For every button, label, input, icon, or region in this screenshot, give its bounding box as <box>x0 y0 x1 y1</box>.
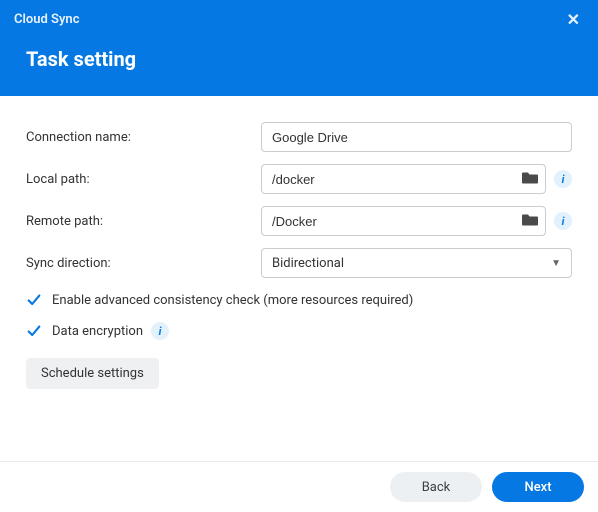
back-button[interactable]: Back <box>390 472 482 502</box>
next-button[interactable]: Next <box>492 472 584 502</box>
titlebar: Cloud Sync ✕ <box>0 0 598 31</box>
encryption-label: Data encryption i <box>52 322 169 340</box>
remote-path-label: Remote path: <box>26 214 261 229</box>
chevron-down-icon: ▼ <box>551 258 561 269</box>
form-body: Connection name: Local path: i Remote pa… <box>0 96 598 389</box>
info-icon[interactable]: i <box>554 212 572 230</box>
page-title: Task setting <box>0 31 598 71</box>
row-consistency-check: Enable advanced consistency check (more … <box>26 292 572 308</box>
info-icon[interactable]: i <box>554 170 572 188</box>
window-title: Cloud Sync <box>14 12 79 27</box>
remote-path-input[interactable] <box>261 206 546 236</box>
consistency-label: Enable advanced consistency check (more … <box>52 293 413 308</box>
row-data-encryption: Data encryption i <box>26 322 572 340</box>
sync-direction-select[interactable]: Bidirectional ▼ <box>261 248 572 278</box>
row-local-path: Local path: i <box>26 164 572 194</box>
schedule-settings-button[interactable]: Schedule settings <box>26 358 159 389</box>
encryption-label-text: Data encryption <box>52 324 143 339</box>
local-path-input[interactable] <box>261 164 546 194</box>
dialog-footer: Back Next <box>0 461 598 512</box>
info-icon[interactable]: i <box>151 322 169 340</box>
row-remote-path: Remote path: i <box>26 206 572 236</box>
local-path-label: Local path: <box>26 172 261 187</box>
consistency-checkbox[interactable] <box>26 292 42 308</box>
dialog-header: Cloud Sync ✕ Task setting <box>0 0 598 96</box>
folder-icon[interactable] <box>522 213 538 230</box>
row-connection-name: Connection name: <box>26 122 572 152</box>
connection-name-label: Connection name: <box>26 130 261 145</box>
encryption-checkbox[interactable] <box>26 323 42 339</box>
folder-icon[interactable] <box>522 171 538 188</box>
sync-direction-label: Sync direction: <box>26 256 261 271</box>
sync-direction-value: Bidirectional <box>272 256 344 271</box>
close-icon[interactable]: ✕ <box>563 8 584 31</box>
connection-name-input[interactable] <box>261 122 572 152</box>
row-sync-direction: Sync direction: Bidirectional ▼ <box>26 248 572 278</box>
